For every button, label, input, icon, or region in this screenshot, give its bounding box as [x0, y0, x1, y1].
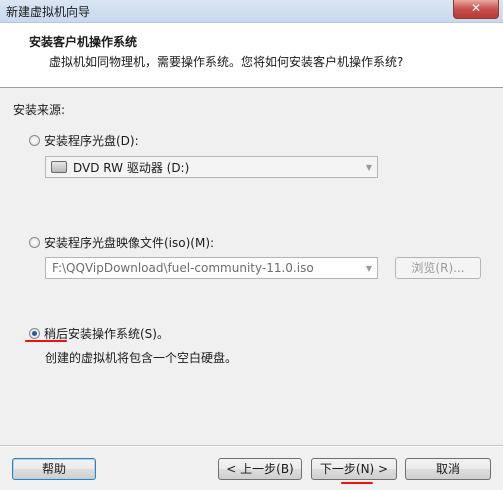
- footer-divider: [0, 445, 503, 447]
- wizard-header: 安装客户机操作系统 虚拟机如同物理机，需要操作系统。您将如何安装客户机操作系统?: [0, 23, 503, 88]
- back-button[interactable]: < 上一步(B): [218, 458, 302, 480]
- cancel-button[interactable]: 取消: [405, 458, 491, 480]
- chevron-down-icon[interactable]: ▼: [361, 264, 377, 273]
- iso-path-input[interactable]: F:\QQVipDownload\fuel-community-11.0.iso…: [45, 257, 378, 279]
- later-description: 创建的虚拟机将包含一个空白硬盘。: [45, 351, 238, 365]
- close-icon: ✕: [470, 1, 482, 15]
- iso-option[interactable]: 安装程序光盘映像文件(iso)(M):: [29, 234, 214, 251]
- help-button[interactable]: 帮助: [12, 458, 96, 480]
- disc-option[interactable]: 安装程序光盘(D):: [29, 132, 139, 149]
- title-bar: 新建虚拟机向导 ✕: [0, 0, 503, 23]
- browse-button[interactable]: 浏览(R)...: [395, 257, 481, 279]
- disc-drive-value: DVD RW 驱动器 (D:): [73, 160, 190, 175]
- later-radio[interactable]: [29, 328, 40, 339]
- iso-path-value: F:\QQVipDownload\fuel-community-11.0.iso: [52, 261, 314, 275]
- disc-drive-select[interactable]: DVD RW 驱动器 (D:) ▼: [45, 156, 378, 178]
- next-button[interactable]: 下一步(N) >: [311, 458, 397, 480]
- install-source-label: 安装来源:: [13, 103, 66, 117]
- chevron-down-icon[interactable]: ▼: [361, 163, 377, 172]
- disc-radio[interactable]: [29, 135, 40, 146]
- page-title: 安装客户机操作系统: [29, 35, 138, 49]
- iso-radio[interactable]: [29, 237, 40, 248]
- window-title: 新建虚拟机向导: [6, 5, 91, 19]
- close-button[interactable]: ✕: [453, 0, 499, 19]
- annotation-underline: [341, 482, 373, 484]
- dvd-drive-icon: [51, 161, 67, 173]
- disc-option-label: 安装程序光盘(D):: [44, 134, 139, 148]
- page-subtitle: 虚拟机如同物理机，需要操作系统。您将如何安装客户机操作系统?: [49, 55, 404, 69]
- iso-option-label: 安装程序光盘映像文件(iso)(M):: [44, 236, 215, 250]
- annotation-underline: [25, 340, 67, 342]
